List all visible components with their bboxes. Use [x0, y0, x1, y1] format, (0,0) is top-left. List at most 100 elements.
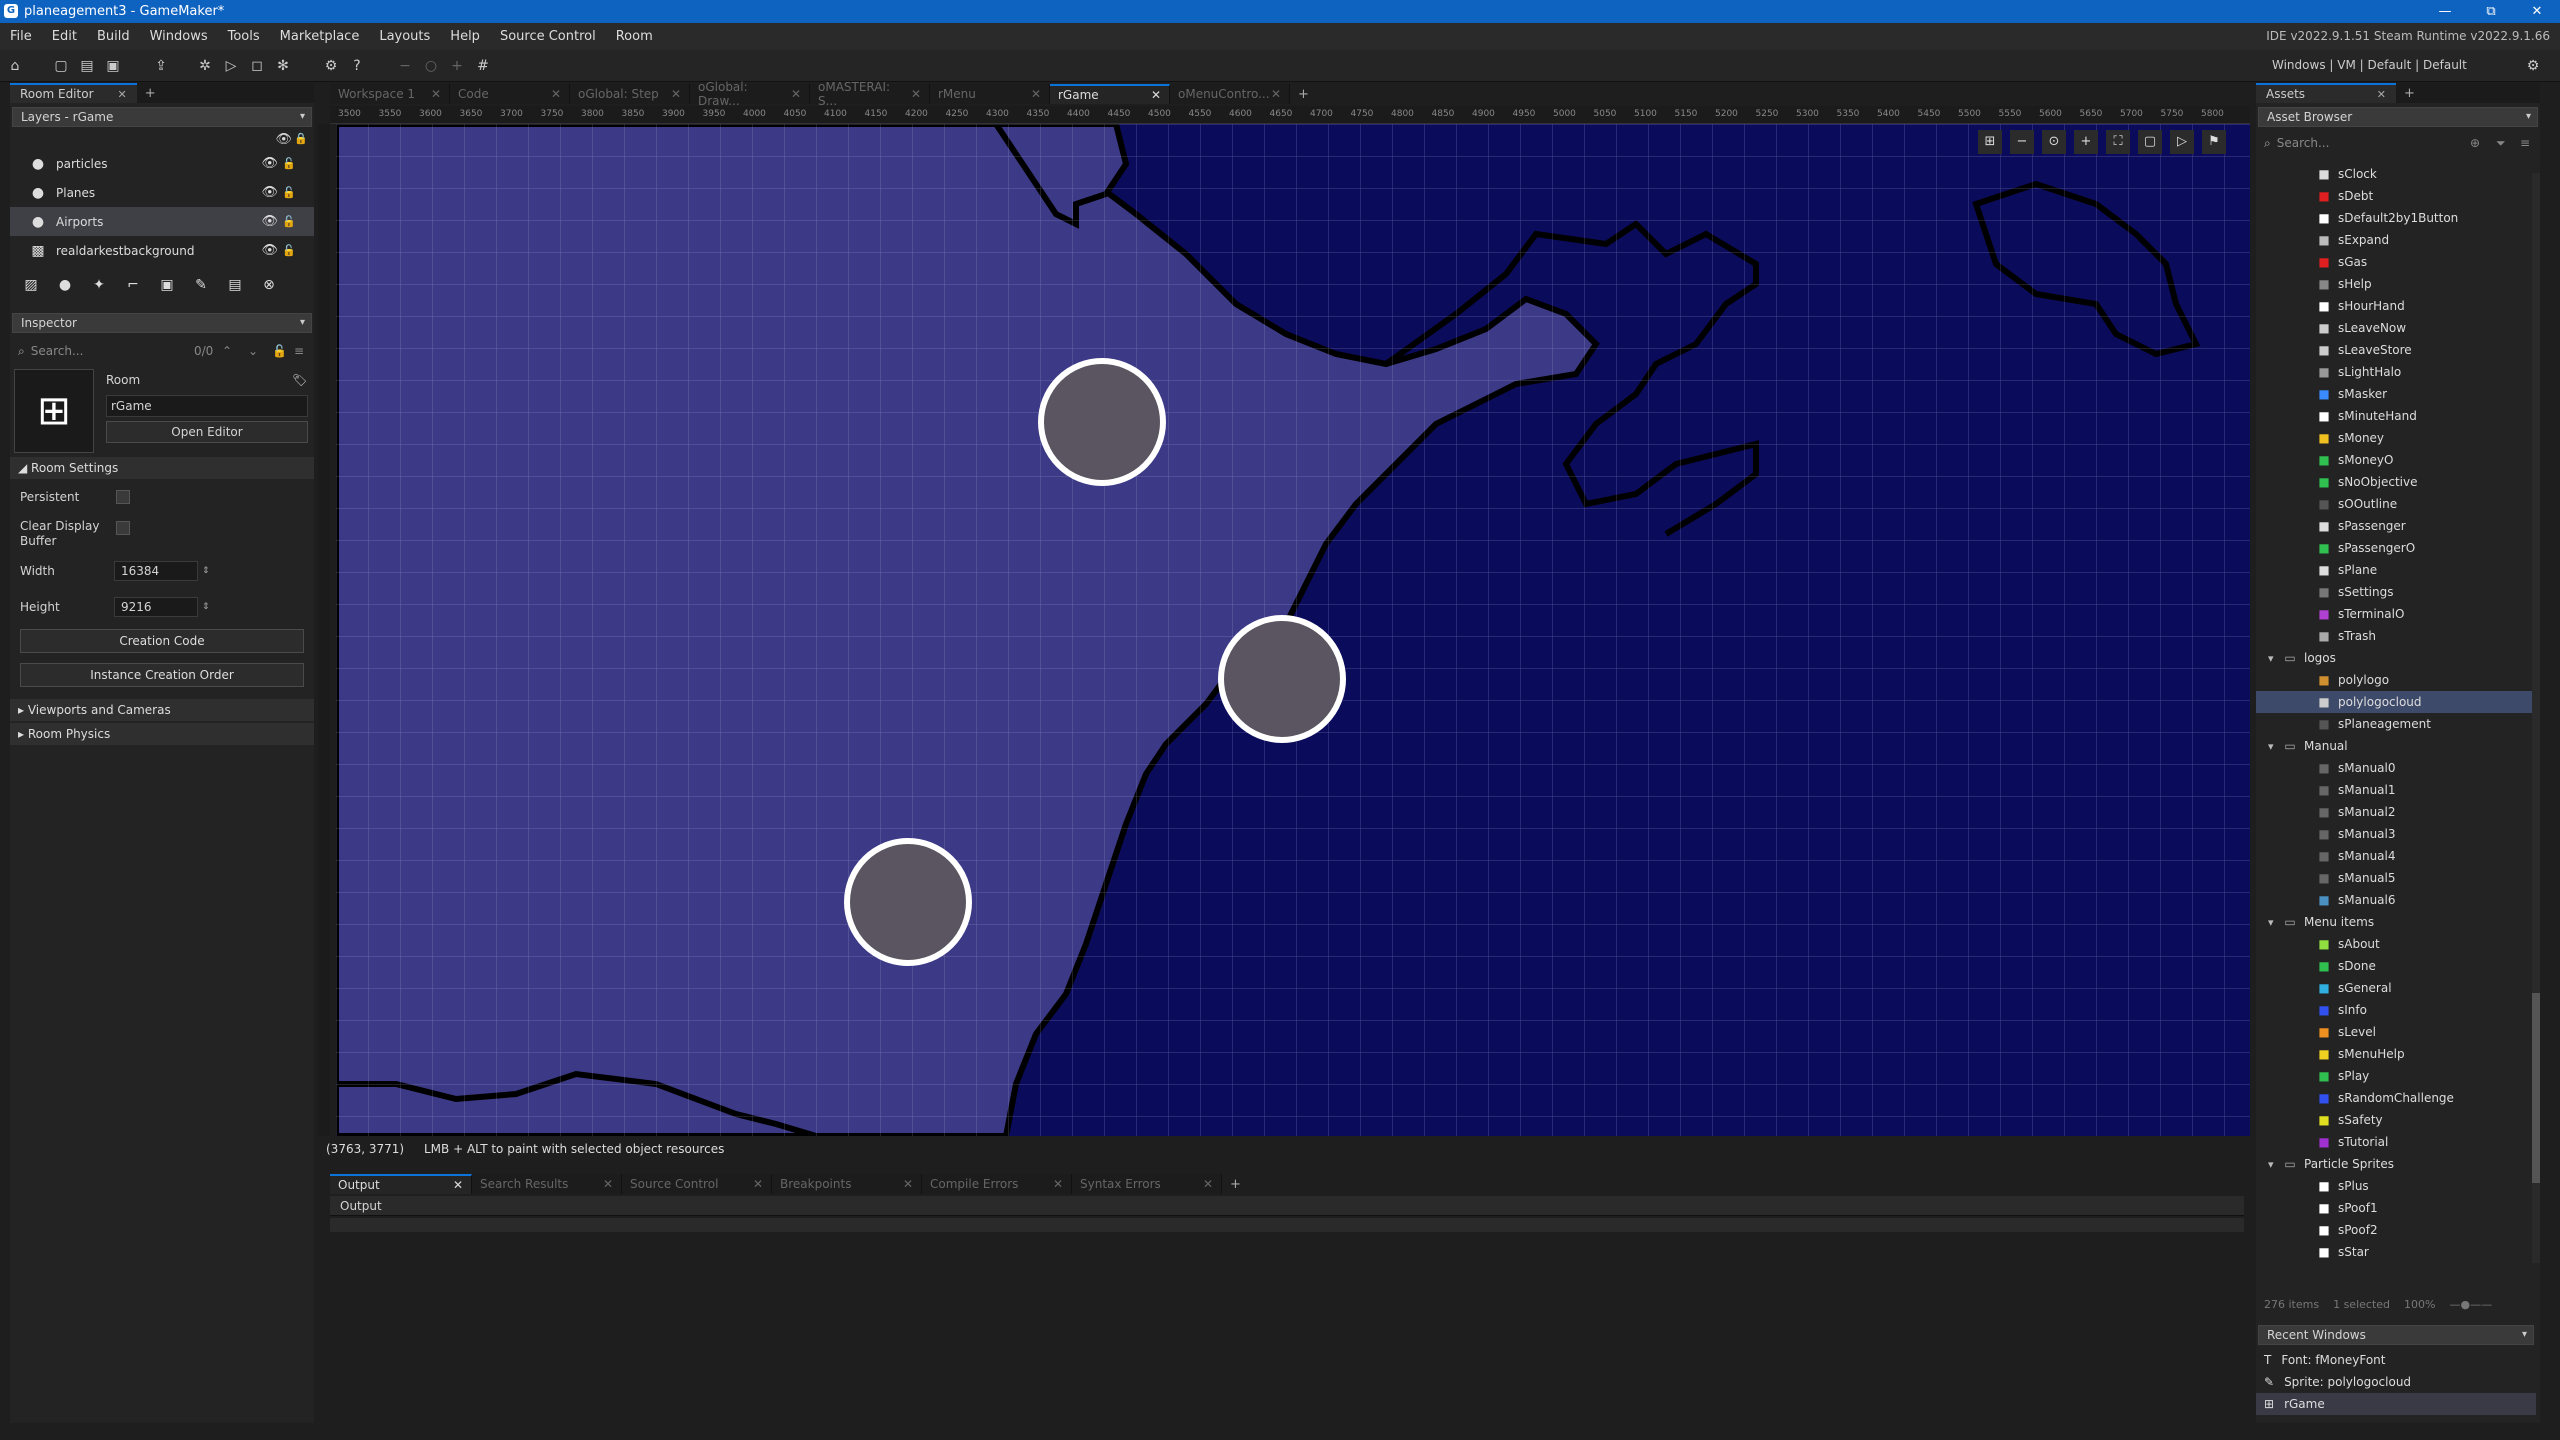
asset-folder[interactable]: ▾ ▭ Menu items — [2256, 911, 2536, 933]
lock-icon[interactable]: 🔓 — [282, 186, 296, 199]
layer-row[interactable]: ● Airports 👁 🔓 — [10, 207, 314, 236]
folder-toggle-icon[interactable]: ▾ — [2268, 1158, 2274, 1171]
asset-item[interactable]: ■ sPlaneagement — [2256, 713, 2536, 735]
asset-folder[interactable]: ▾ ▭ Particle Sprites — [2256, 1153, 2536, 1175]
close-tab-icon[interactable]: ✕ — [791, 87, 801, 101]
asset-item[interactable]: ■ sTrash — [2256, 625, 2536, 647]
persistent-checkbox[interactable] — [116, 490, 130, 504]
menu-help[interactable]: Help — [440, 29, 490, 44]
asset-item[interactable]: ■ sClock — [2256, 163, 2536, 185]
open-project-icon[interactable]: ▤ — [78, 57, 96, 75]
recent-item[interactable]: ✎ Sprite: polylogocloud — [2256, 1371, 2536, 1393]
asset-item[interactable]: ■ sManual3 — [2256, 823, 2536, 845]
add-effect-layer-icon[interactable]: ✎ — [188, 272, 214, 298]
asset-item[interactable]: ■ sRandomChallenge — [2256, 1087, 2536, 1109]
asset-item[interactable]: ■ sNoObjective — [2256, 471, 2536, 493]
asset-item[interactable]: ■ sLeaveStore — [2256, 339, 2536, 361]
folder-toggle-icon[interactable]: ▾ — [2268, 916, 2274, 929]
asset-scrollbar[interactable] — [2532, 173, 2540, 1263]
layers-dropdown[interactable]: Layers - rGame ▾ — [12, 107, 312, 127]
eye-icon[interactable]: 👁 — [261, 185, 278, 200]
physics-section[interactable]: ▸ Room Physics — [10, 723, 314, 745]
close-tab-icon[interactable]: ✕ — [453, 1178, 463, 1192]
zoom-slider[interactable]: —●—— — [2449, 1298, 2492, 1311]
lock-all-icon[interactable]: 🔒 — [294, 132, 308, 145]
asset-item[interactable]: ■ sManual0 — [2256, 757, 2536, 779]
asset-item[interactable]: ■ sGas — [2256, 251, 2536, 273]
asset-item[interactable]: ■ sGeneral — [2256, 977, 2536, 999]
close-tab-icon[interactable]: ✕ — [903, 1177, 913, 1191]
instance-creation-order-button[interactable]: Instance Creation Order — [20, 663, 304, 687]
add-path-layer-icon[interactable]: ⌐ — [120, 272, 146, 298]
room-editor-tab[interactable]: Room Editor ✕ — [10, 83, 137, 103]
add-tab-icon[interactable]: + — [2404, 86, 2415, 101]
frame-icon[interactable]: ▢ — [2138, 130, 2162, 154]
close-tab-icon[interactable]: ✕ — [1151, 88, 1161, 102]
filter-icon[interactable]: ⏷ — [2496, 136, 2506, 151]
lock-icon[interactable]: 🔓 — [272, 344, 287, 358]
menu-room[interactable]: Room — [606, 29, 663, 44]
airport-instance[interactable] — [844, 838, 972, 966]
asset-item[interactable]: ■ sLeaveNow — [2256, 317, 2536, 339]
menu-source-control[interactable]: Source Control — [490, 29, 606, 44]
asset-item[interactable]: ■ sPlus — [2256, 1175, 2536, 1197]
asset-item[interactable]: ■ sMoney — [2256, 427, 2536, 449]
asset-search-input[interactable]: Search... — [2277, 136, 2330, 150]
menu-tools[interactable]: Tools — [218, 29, 270, 44]
output-filter-bar[interactable] — [330, 1218, 2244, 1232]
tab-compile-errors[interactable]: Compile Errors ✕ — [922, 1174, 1072, 1194]
asset-item[interactable]: ■ sMoneyO — [2256, 449, 2536, 471]
folder-toggle-icon[interactable]: ▾ — [2268, 740, 2274, 753]
clean-icon[interactable]: ✻ — [274, 57, 292, 75]
asset-item[interactable]: ■ sSafety — [2256, 1109, 2536, 1131]
tab-omasterai[interactable]: oMASTERAI: S... ✕ — [810, 80, 930, 108]
lock-icon[interactable]: 🔓 — [282, 215, 296, 228]
add-tab-icon[interactable]: + — [145, 86, 156, 101]
close-tab-icon[interactable]: ✕ — [911, 87, 921, 101]
recent-windows-dropdown[interactable]: Recent Windows ▾ — [2258, 1325, 2534, 1345]
add-background-layer-icon[interactable]: ▨ — [18, 272, 44, 298]
recent-item[interactable]: T Font: fMoneyFont — [2256, 1349, 2536, 1371]
width-stepper[interactable]: ⇕ — [202, 566, 210, 576]
tab-syntax-errors[interactable]: Syntax Errors ✕ — [1072, 1174, 1222, 1194]
asset-item[interactable]: ■ sMenuHelp — [2256, 1043, 2536, 1065]
tab-omenucontroller[interactable]: oMenuContro... ✕ — [1170, 84, 1290, 104]
close-tab-icon[interactable]: ✕ — [118, 88, 127, 101]
tab-search-results[interactable]: Search Results ✕ — [472, 1174, 622, 1194]
asset-item[interactable]: ■ sManual1 — [2256, 779, 2536, 801]
layer-row[interactable]: ▩ realdarkestbackground 👁 🔓 — [10, 236, 314, 265]
close-tab-icon[interactable]: ✕ — [431, 87, 441, 101]
minimize-button[interactable]: — — [2422, 0, 2468, 23]
next-result-icon[interactable]: ⌄ — [248, 344, 258, 358]
close-tab-icon[interactable]: ✕ — [753, 1177, 763, 1191]
play-icon[interactable]: ▷ — [2170, 130, 2194, 154]
tab-workspace[interactable]: Workspace 1 ✕ — [330, 84, 450, 104]
asset-item[interactable]: ■ sTerminalO — [2256, 603, 2536, 625]
create-asset-icon[interactable]: ⊕ — [2470, 136, 2480, 150]
height-field[interactable]: 9216 — [114, 597, 198, 617]
home-icon[interactable]: ⌂ — [6, 57, 24, 75]
asset-item[interactable]: ■ sStar — [2256, 1241, 2536, 1263]
menu-icon[interactable]: ≡ — [2520, 136, 2530, 150]
lock-icon[interactable]: 🔓 — [282, 244, 296, 257]
viewports-section[interactable]: ▸ Viewports and Cameras — [10, 699, 314, 721]
zoom-reset-icon[interactable]: ⊙ — [2042, 130, 2066, 154]
asset-item[interactable]: ■ sMinuteHand — [2256, 405, 2536, 427]
height-stepper[interactable]: ⇕ — [202, 602, 210, 612]
maximize-button[interactable]: ⧉ — [2468, 0, 2514, 23]
asset-item[interactable]: ■ sMasker — [2256, 383, 2536, 405]
asset-item[interactable]: ■ sPlane — [2256, 559, 2536, 581]
debug-icon[interactable]: ✲ — [196, 57, 214, 75]
prev-result-icon[interactable]: ⌃ — [222, 344, 232, 358]
settings-icon[interactable]: ⚙ — [322, 57, 340, 75]
grid-options-icon[interactable]: ⊞ — [1978, 130, 2002, 154]
stop-icon[interactable]: ◻ — [248, 57, 266, 75]
tag-icon[interactable]: 🏷 — [292, 373, 307, 387]
clear-display-checkbox[interactable] — [116, 521, 130, 535]
close-tab-icon[interactable]: ✕ — [1053, 1177, 1063, 1191]
search-input[interactable]: Search... — [31, 344, 84, 358]
zoom-out-icon[interactable]: − — [396, 57, 414, 75]
asset-item[interactable]: ■ sExpand — [2256, 229, 2536, 251]
menu-file[interactable]: File — [0, 29, 42, 44]
menu-marketplace[interactable]: Marketplace — [270, 29, 370, 44]
